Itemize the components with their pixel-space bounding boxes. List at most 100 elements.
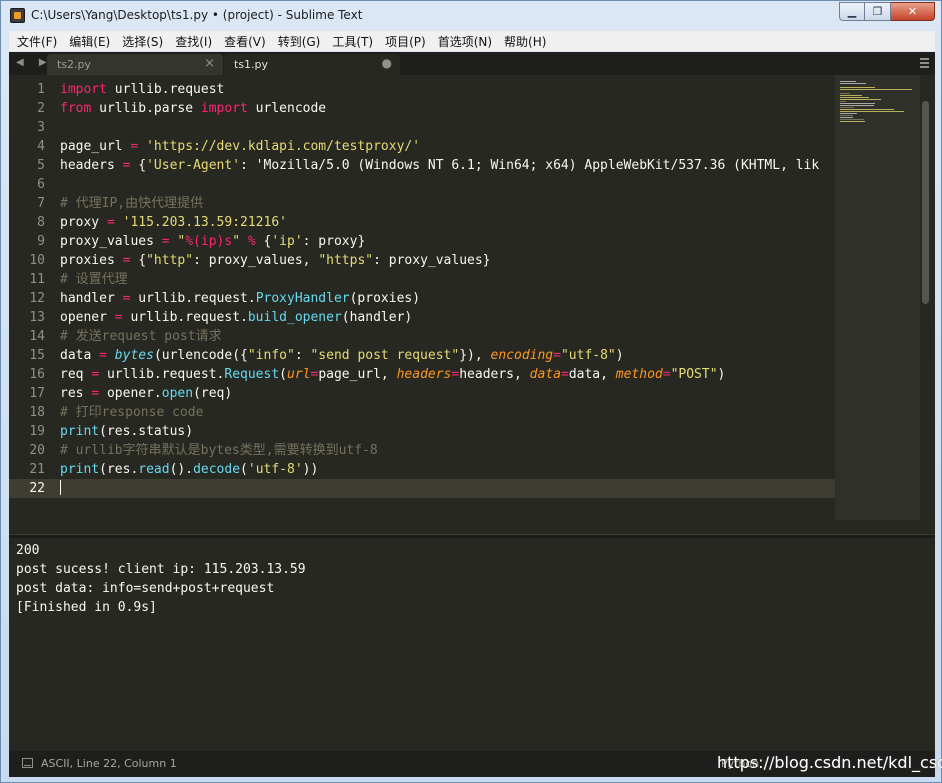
line-number-gutter: 1 2 3 4 5 6 7 8 9 10 11 12 13 14 15 16 17 18 19 20 21 22 <box>9 80 45 498</box>
output-line: [Finished in 0.9s] <box>16 600 157 615</box>
output-line: 200 <box>16 543 40 558</box>
code-line[interactable]: import urllib.request <box>60 80 835 99</box>
line-number: 14 <box>29 329 45 344</box>
text-cursor <box>60 480 61 495</box>
line-number: 3 <box>37 120 45 135</box>
close-button[interactable]: ✕ <box>891 2 935 21</box>
tab-label: ts1.py <box>234 58 269 71</box>
line-number: 9 <box>37 234 45 249</box>
code-line[interactable]: opener = urllib.request.build_opener(han… <box>60 308 835 327</box>
menu-project[interactable]: 项目(P) <box>379 33 432 50</box>
line-number: 8 <box>37 215 45 230</box>
code-line[interactable]: data = bytes(urlencode({"info": "send po… <box>60 346 835 365</box>
minimap-line <box>840 103 875 104</box>
tab-menu-icon[interactable] <box>920 58 929 68</box>
line-number: 18 <box>29 405 45 420</box>
menu-bar: 文件(F) 编辑(E) 选择(S) 查找(I) 查看(V) 转到(G) 工具(T… <box>9 31 935 51</box>
code-line[interactable]: print(res.status) <box>60 422 835 441</box>
minimap-line <box>840 105 874 106</box>
code-line[interactable]: req = urllib.request.Request(url=page_ur… <box>60 365 835 384</box>
code-line[interactable]: # 设置代理 <box>60 270 835 289</box>
line-number: 10 <box>29 253 45 268</box>
panel-toggle-icon[interactable] <box>22 758 33 768</box>
tab-label: ts2.py <box>57 58 92 71</box>
code-line[interactable] <box>60 479 835 498</box>
minimap-line <box>840 87 875 88</box>
line-number: 21 <box>29 462 45 477</box>
vertical-scroll-thumb[interactable] <box>922 101 929 304</box>
menu-edit[interactable]: 编辑(E) <box>63 33 116 50</box>
window-controls: ▁ ❐ ✕ <box>839 2 935 22</box>
code-line[interactable]: # 打印response code <box>60 403 835 422</box>
minimap-line <box>840 117 853 118</box>
code-editor[interactable]: 1 2 3 4 5 6 7 8 9 10 11 12 13 14 15 16 17 18 19 20 21 22 impo… <box>9 75 935 552</box>
menu-find[interactable]: 查找(I) <box>169 33 218 50</box>
code-line[interactable]: from urllib.parse import urlencode <box>60 99 835 118</box>
window-title: C:\Users\Yang\Desktop\ts1.py • (project)… <box>31 8 363 22</box>
output-line: post data: info=send+post+request <box>16 581 275 596</box>
line-number: 12 <box>29 291 45 306</box>
code-line[interactable]: # 发送request post请求 <box>60 327 835 346</box>
minimap-line <box>840 99 882 100</box>
code-line[interactable] <box>60 118 835 137</box>
line-number: 16 <box>29 367 45 382</box>
line-number: 2 <box>37 101 45 116</box>
code-line[interactable]: proxy = '115.203.13.59:21216' <box>60 213 835 232</box>
tab-ts1[interactable]: ts1.py ● <box>224 54 400 75</box>
menu-tools[interactable]: 工具(T) <box>326 33 379 50</box>
minimap-line <box>840 119 864 120</box>
line-number: 7 <box>37 196 45 211</box>
minimap-line <box>840 121 865 122</box>
minimap-line <box>840 109 894 110</box>
minimap-line <box>840 113 857 114</box>
maximize-button[interactable]: ❐ <box>865 2 891 21</box>
minimap-line <box>840 111 904 112</box>
unsaved-dot-icon[interactable]: ● <box>382 56 392 70</box>
watermark: https://blog.csdn.net/kdl_csdn <box>717 753 942 772</box>
output-line: post sucess! client ip: 115.203.13.59 <box>16 562 306 577</box>
line-number: 13 <box>29 310 45 325</box>
code-text[interactable]: import urllib.request from urllib.parse i… <box>60 80 835 498</box>
code-line[interactable]: print(res.read().decode('utf-8')) <box>60 460 835 479</box>
close-tab-icon[interactable]: × <box>204 56 215 71</box>
menu-goto[interactable]: 转到(G) <box>272 33 327 50</box>
build-output-panel: 200 post sucess! client ip: 115.203.13.5… <box>9 538 935 748</box>
line-number: 15 <box>29 348 45 363</box>
menu-file[interactable]: 文件(F) <box>11 33 63 50</box>
minimap[interactable] <box>835 75 920 520</box>
line-number: 5 <box>37 158 45 173</box>
app-window: C:\Users\Yang\Desktop\ts1.py • (project)… <box>0 0 942 783</box>
minimap-line <box>840 83 866 84</box>
minimap-line <box>840 89 912 90</box>
title-bar[interactable]: C:\Users\Yang\Desktop\ts1.py • (project)… <box>1 1 941 31</box>
line-number: 19 <box>29 424 45 439</box>
minimap-line <box>840 97 870 98</box>
minimap-line <box>840 81 856 82</box>
code-line[interactable]: headers = {'User-Agent': 'Mozilla/5.0 (W… <box>60 156 835 175</box>
code-line[interactable]: page_url = 'https://dev.kdlapi.com/testp… <box>60 137 835 156</box>
code-line[interactable]: handler = urllib.request.ProxyHandler(pr… <box>60 289 835 308</box>
tab-ts2[interactable]: ts2.py × <box>47 54 223 75</box>
tab-bar: ◀ ▶ ts2.py × ts1.py ● <box>9 52 935 75</box>
minimize-button[interactable]: ▁ <box>839 2 865 21</box>
code-line[interactable]: proxies = {"http": proxy_values, "https"… <box>60 251 835 270</box>
minimap-line <box>840 95 862 96</box>
status-text: ASCII, Line 22, Column 1 <box>41 757 177 770</box>
menu-view[interactable]: 查看(V) <box>218 33 272 50</box>
editor-shell: ◀ ▶ ts2.py × ts1.py ● 1 2 3 4 5 6 7 8 9 10 11 12 13 1… <box>9 52 935 777</box>
line-number: 17 <box>29 386 45 401</box>
minimap-line <box>840 101 846 102</box>
code-line[interactable]: proxy_values = "%(ip)s" % {'ip': proxy} <box>60 232 835 251</box>
menu-preferences[interactable]: 首选项(N) <box>432 33 498 50</box>
code-line[interactable] <box>60 175 835 194</box>
minimap-viewport[interactable] <box>836 75 920 520</box>
code-line[interactable]: res = opener.open(req) <box>60 384 835 403</box>
code-line[interactable]: # 代理IP,由快代理提供 <box>60 194 835 213</box>
minimap-line <box>840 115 853 116</box>
line-number: 6 <box>37 177 45 192</box>
menu-selection[interactable]: 选择(S) <box>116 33 169 50</box>
menu-help[interactable]: 帮助(H) <box>498 33 552 50</box>
minimap-line <box>840 107 854 108</box>
code-line[interactable]: # urllib字符串默认是bytes类型,需要转换到utf-8 <box>60 441 835 460</box>
line-number: 1 <box>37 82 45 97</box>
